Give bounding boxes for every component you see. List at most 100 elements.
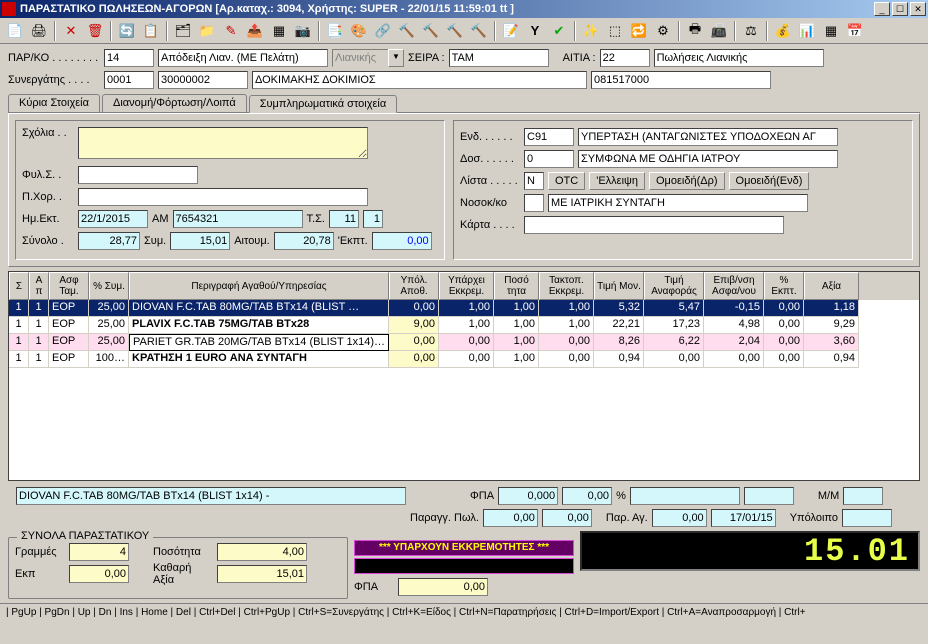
syn1-field[interactable] [104,71,154,89]
col-a[interactable]: Α π [29,272,49,300]
col-ta[interactable]: Τιμή Αναφοράς [644,272,704,300]
table-cell[interactable]: -0,15 [704,300,764,317]
table-cell[interactable]: PLAVIX F.C.TAB 75MG/TAB BTx28 [129,317,389,334]
table-cell[interactable]: 4,98 [704,317,764,334]
link-icon[interactable]: 🔗 [372,20,394,42]
table-row[interactable]: 11EOP100…ΚΡΑΤΗΣΗ 1 EURO ΑΝΑ ΣΥΝΤΑΓΗ0,000… [9,351,919,368]
table-cell[interactable]: 2,04 [704,334,764,351]
wand-icon[interactable]: ✨ [580,20,602,42]
table-cell[interactable]: 1 [29,300,49,317]
ts2-field[interactable] [363,210,383,228]
ekpt-field[interactable] [372,232,432,250]
line-items-grid[interactable]: Σ Α π Ασφ Ταμ. % Συμ. Περιγραφή Αγαθού/Υ… [8,271,920,481]
table-cell[interactable]: 1 [9,300,29,317]
cancel-icon[interactable]: ✕ [60,20,82,42]
table-row[interactable]: 11EOP25,00PARIET GR.TAB 20MG/TAB BTx14 (… [9,334,919,351]
end-field[interactable] [524,128,574,146]
table-cell[interactable]: 0,00 [644,351,704,368]
table-cell[interactable]: 0,94 [594,351,644,368]
calendar-icon[interactable]: 📅 [844,20,866,42]
empty2-field[interactable] [744,487,794,505]
col-ax[interactable]: Αξία [804,272,859,300]
table-cell[interactable]: 6,22 [644,334,704,351]
seira-field[interactable] [449,49,549,67]
omoeidi-dr-button[interactable]: Ομοειδή(Δρ) [649,172,725,190]
ts-field[interactable] [329,210,359,228]
table-cell[interactable]: EOP [49,317,89,334]
table-cell[interactable]: 1,00 [494,351,539,368]
syn2-field[interactable] [158,71,248,89]
fyls-field[interactable] [78,166,198,184]
refresh-icon[interactable]: 🔄 [116,20,138,42]
lista-field[interactable] [524,172,544,190]
aitia-desc-field[interactable] [654,49,824,67]
minimize-button[interactable]: _ [874,2,890,16]
table-cell[interactable]: 0,00 [439,334,494,351]
col-ev[interactable]: Επιβ/νση Ασφα/νου [704,272,764,300]
table-cell[interactable]: EOP [49,334,89,351]
table-cell[interactable]: 5,47 [644,300,704,317]
col-pos[interactable]: Ποσό τητα [494,272,539,300]
grid-icon[interactable]: ▦ [820,20,842,42]
dos-field[interactable] [524,150,574,168]
parag-date-field[interactable] [711,509,776,527]
table-cell[interactable]: 1,00 [494,317,539,334]
col-takt[interactable]: Τακτοπ. Εκκρεμ. [539,272,594,300]
elleipsi-button[interactable]: 'Ελλειψη [589,172,645,190]
fpa1-field[interactable] [498,487,558,505]
col-ypol[interactable]: Υπόλ. Αποθ. [389,272,439,300]
fpa2-field[interactable] [562,487,612,505]
print-icon[interactable]: 🖨 [28,20,50,42]
table-cell[interactable]: 1,00 [494,300,539,317]
table-cell[interactable]: EOP [49,300,89,317]
table-cell[interactable]: PARIET GR.TAB 20MG/TAB BTx14 (BLIST 1x14… [129,334,389,351]
col-desc[interactable]: Περιγραφή Αγαθού/Υπηρεσίας [129,272,389,300]
parko-field[interactable] [104,49,154,67]
table-cell[interactable]: 0,00 [764,351,804,368]
table-cell[interactable]: 0,00 [539,351,594,368]
table-cell[interactable]: 9,00 [389,317,439,334]
col-pct[interactable]: % Συμ. [89,272,129,300]
paragg2-field[interactable] [542,509,592,527]
camera-icon[interactable]: 📷 [292,20,314,42]
table-cell[interactable]: 1,00 [539,300,594,317]
table-cell[interactable]: 1 [9,351,29,368]
end-desc-field[interactable] [578,128,838,146]
table-cell[interactable]: ΚΡΑΤΗΣΗ 1 EURO ΑΝΑ ΣΥΝΤΑΓΗ [129,351,389,368]
syn-name-field[interactable] [252,71,587,89]
table-cell[interactable]: DIOVAN F.C.TAB 80MG/TAB BTx14 (BLIST … [129,300,389,317]
printer2-icon[interactable]: 🖶 [684,20,706,42]
table-cell[interactable]: 0,00 [764,334,804,351]
sxolia-field[interactable] [78,127,368,159]
maximize-button[interactable]: ☐ [892,2,908,16]
table-cell[interactable]: 0,00 [539,334,594,351]
table-cell[interactable]: 0,00 [389,300,439,317]
table-cell[interactable]: 22,21 [594,317,644,334]
empty1-field[interactable] [630,487,740,505]
detail-desc[interactable] [16,487,406,505]
am-field[interactable] [173,210,303,228]
table-icon[interactable]: ▦ [268,20,290,42]
table-cell[interactable]: 1 [9,334,29,351]
sync-icon[interactable]: 🔁 [628,20,650,42]
table-cell[interactable]: 1,00 [494,334,539,351]
lianikis-dropdown[interactable]: ▼ [388,49,404,67]
paragg1-field[interactable] [483,509,538,527]
table-cell[interactable]: 0,00 [389,351,439,368]
palette-icon[interactable]: 🎨 [348,20,370,42]
col-pe[interactable]: % Εκπτ. [764,272,804,300]
close-button[interactable]: ✕ [910,2,926,16]
table-cell[interactable]: 1,00 [439,300,494,317]
copy-icon[interactable]: 📑 [324,20,346,42]
y-icon[interactable]: Y [524,20,546,42]
table-cell[interactable]: 0,00 [389,334,439,351]
edit-icon[interactable]: ✎ [220,20,242,42]
aitia-field[interactable] [600,49,650,67]
delete-icon[interactable]: 🗑 [84,20,106,42]
hammer3-icon[interactable]: 🔨 [444,20,466,42]
table-cell[interactable]: 0,00 [439,351,494,368]
table-cell[interactable]: 1,00 [539,317,594,334]
table-cell[interactable]: 1,00 [439,317,494,334]
table-cell[interactable]: 1 [29,334,49,351]
table-cell[interactable]: 0,00 [764,317,804,334]
